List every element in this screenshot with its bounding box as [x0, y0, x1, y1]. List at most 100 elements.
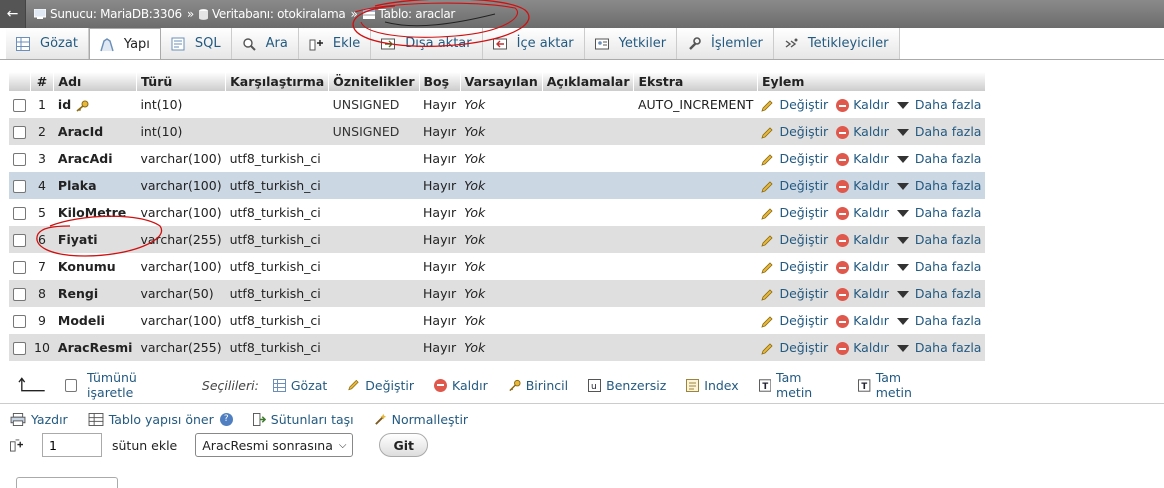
change-button[interactable]: Değiştir: [761, 178, 828, 193]
table-row[interactable]: 6 Fiyati varchar(255) utf8_turkish_ci Hayır Y…: [9, 226, 986, 253]
column-header[interactable]: Varsayılan: [460, 72, 543, 91]
change-button[interactable]: Değiştir: [761, 151, 828, 166]
go-button[interactable]: Git: [379, 433, 428, 457]
column-count-input[interactable]: [42, 433, 102, 457]
row-checkbox[interactable]: [13, 153, 26, 166]
breadcrumb-server[interactable]: Sunucu: MariaDB:3306: [50, 7, 182, 21]
column-header[interactable]: Açıklamalar: [542, 72, 635, 91]
more-button[interactable]: Daha fazla: [896, 232, 981, 247]
column-header[interactable]: Boş: [419, 72, 461, 91]
bulk-fulltext-button-2[interactable]: T Tam metin: [858, 370, 938, 400]
bulk-fulltext-button[interactable]: T Tam metin: [758, 370, 839, 400]
more-button[interactable]: Daha fazla: [896, 259, 981, 274]
table-row[interactable]: 9 Modeli varchar(100) utf8_turkish_ci Hayır Y…: [9, 307, 986, 334]
table-row[interactable]: 3 AracAdi varchar(100) utf8_turkish_ci Hayır…: [9, 145, 986, 172]
breadcrumb-database[interactable]: Veritabanı: otokiralama: [212, 7, 346, 21]
column-name[interactable]: AracId: [58, 124, 103, 139]
normalize-button[interactable]: Normalleştir: [374, 412, 468, 427]
row-checkbox[interactable]: [13, 99, 26, 112]
move-columns-button[interactable]: Sütunları taşı: [252, 412, 354, 427]
bulk-primary-button[interactable]: Birincil: [508, 378, 568, 393]
drop-button[interactable]: Kaldır: [836, 259, 889, 274]
row-checkbox[interactable]: [13, 126, 26, 139]
row-checkbox[interactable]: [13, 342, 26, 355]
column-name[interactable]: Konumu: [58, 259, 116, 274]
drop-button[interactable]: Kaldır: [836, 340, 889, 355]
column-name[interactable]: Modeli: [58, 313, 105, 328]
change-button[interactable]: Değiştir: [761, 286, 828, 301]
tab-operations[interactable]: İşlemler: [677, 28, 774, 59]
bulk-change-button[interactable]: Değiştir: [347, 378, 414, 393]
tab-insert[interactable]: Ekle: [298, 28, 372, 59]
drop-button[interactable]: Kaldır: [836, 232, 889, 247]
row-checkbox[interactable]: [13, 234, 26, 247]
drop-button[interactable]: Kaldır: [836, 178, 889, 193]
row-checkbox[interactable]: [13, 288, 26, 301]
tab-sql[interactable]: SQL: [160, 28, 232, 59]
column-header[interactable]: Karşılaştırma: [225, 72, 330, 91]
drop-button[interactable]: Kaldır: [836, 151, 889, 166]
change-button[interactable]: Değiştir: [761, 313, 828, 328]
tab-triggers[interactable]: Tetikleyiciler: [773, 28, 900, 59]
tab-search[interactable]: Ara: [231, 28, 299, 59]
change-button[interactable]: Değiştir: [761, 232, 828, 247]
tab-export[interactable]: Dışa aktar: [371, 28, 483, 59]
change-button[interactable]: Değiştir: [761, 124, 828, 139]
column-name[interactable]: Plaka: [58, 178, 97, 193]
table-row[interactable]: 1 id int(10) UNSIGNED Hayır Yok AUTO_INCREMENT…: [9, 91, 986, 118]
more-button[interactable]: Daha fazla: [896, 313, 981, 328]
check-all[interactable]: Tümünü işaretle: [64, 370, 182, 400]
bulk-drop-button[interactable]: Kaldır: [434, 378, 488, 393]
column-name[interactable]: AracAdi: [58, 151, 113, 166]
more-button[interactable]: Daha fazla: [896, 205, 981, 220]
bulk-index-button[interactable]: Index: [686, 378, 739, 393]
table-row[interactable]: 2 AracId int(10) UNSIGNED Hayır Yok Değiştir Ka…: [9, 118, 986, 145]
tab-import[interactable]: İçe aktar: [482, 28, 585, 59]
column-header[interactable]: #: [30, 72, 55, 91]
column-header[interactable]: Adı: [53, 72, 137, 91]
column-name[interactable]: id: [58, 97, 71, 112]
tab-browse[interactable]: Gözat: [6, 28, 89, 59]
table-row[interactable]: 7 Konumu varchar(100) utf8_turkish_ci Hayır Y…: [9, 253, 986, 280]
more-button[interactable]: Daha fazla: [896, 97, 981, 112]
tab-privileges[interactable]: Yetkiler: [584, 28, 678, 59]
row-checkbox[interactable]: [13, 315, 26, 328]
drop-button[interactable]: Kaldır: [836, 124, 889, 139]
column-name[interactable]: Rengi: [58, 286, 98, 301]
table-row[interactable]: 4 Plaka varchar(100) utf8_turkish_ci Hayır Yo…: [9, 172, 986, 199]
row-checkbox[interactable]: [13, 261, 26, 274]
column-header[interactable]: Öznitelikler: [328, 72, 420, 91]
table-row[interactable]: 10 AracResmi varchar(255) utf8_turkish_ci Ha…: [9, 334, 986, 361]
tab-structure[interactable]: Yapı: [88, 28, 161, 60]
change-button[interactable]: Değiştir: [761, 97, 828, 112]
check-all-checkbox[interactable]: [64, 378, 78, 392]
column-name[interactable]: AracResmi: [58, 340, 133, 355]
drop-button[interactable]: Kaldır: [836, 205, 889, 220]
drop-button[interactable]: Kaldır: [836, 97, 889, 112]
row-checkbox[interactable]: [13, 180, 26, 193]
drop-button[interactable]: Kaldır: [836, 286, 889, 301]
change-button[interactable]: Değiştir: [761, 259, 828, 274]
more-button[interactable]: Daha fazla: [896, 124, 981, 139]
row-checkbox[interactable]: [13, 207, 26, 220]
change-button[interactable]: Değiştir: [761, 340, 828, 355]
drop-button[interactable]: Kaldır: [836, 313, 889, 328]
column-position-select[interactable]: AracResmi sonrasına ⌵: [195, 433, 354, 457]
more-button[interactable]: Daha fazla: [896, 178, 981, 193]
more-button[interactable]: Daha fazla: [896, 340, 981, 355]
column-header[interactable]: Ekstra: [633, 72, 758, 91]
table-row[interactable]: 5 KiloMetre varchar(100) utf8_turkish_ci Hay…: [9, 199, 986, 226]
column-name[interactable]: KiloMetre: [58, 205, 126, 220]
back-arrow-icon[interactable]: ←: [0, 0, 26, 28]
breadcrumb-table[interactable]: Tablo: araclar: [379, 7, 456, 21]
column-name[interactable]: Fiyati: [58, 232, 98, 247]
more-button[interactable]: Daha fazla: [896, 151, 981, 166]
help-icon[interactable]: ?: [219, 412, 233, 426]
table-row[interactable]: 8 Rengi varchar(50) utf8_turkish_ci Hayır Yok…: [9, 280, 986, 307]
column-header[interactable]: Türü: [136, 72, 227, 91]
print-button[interactable]: Yazdır: [10, 412, 68, 427]
bulk-browse-button[interactable]: Gözat: [272, 378, 327, 393]
more-button[interactable]: Daha fazla: [896, 286, 981, 301]
bulk-unique-button[interactable]: u Benzersiz: [588, 378, 666, 393]
propose-structure-button[interactable]: Tablo yapısı öner?: [88, 412, 233, 427]
